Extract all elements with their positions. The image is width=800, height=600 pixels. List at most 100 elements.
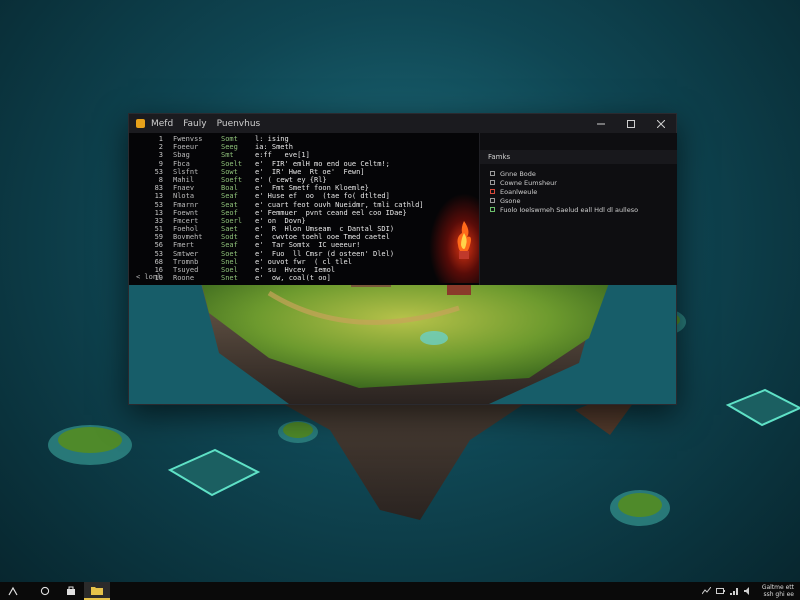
terminal-col-3: Seat — [221, 200, 238, 209]
tray-battery-button[interactable] — [714, 582, 728, 600]
search-icon — [40, 586, 50, 596]
line-number: 13 — [154, 208, 163, 217]
maximize-button[interactable] — [616, 114, 646, 133]
line-number: 2 — [158, 143, 163, 152]
terminal-line: 1 Fwenvss Somt l: ising — [129, 135, 479, 143]
terminal-line: 19 Roone Snet e' ow, coal(t oo] — [129, 274, 479, 282]
terminal-col-3: Soerl — [221, 216, 243, 225]
terminal-col-3: Snel — [221, 257, 238, 266]
tray-volume-button[interactable] — [742, 582, 756, 600]
terminal-line: 68 Tromnb Snel e' ouvot fwr ( cl tlel — [129, 258, 479, 266]
terminal-col-2: Fbca — [173, 159, 190, 168]
line-number: 59 — [154, 233, 163, 242]
terminal-text: e' cuart feot ouvh Nueidmr, tmli cathld] — [255, 200, 424, 209]
line-number: 56 — [154, 241, 163, 250]
line-number: 53 — [154, 167, 163, 176]
network-icon — [730, 588, 739, 595]
terminal-output[interactable]: 1 Fwenvss Somt l: ising 2 Foeeur Seeg ia: Smeth… — [129, 133, 479, 285]
line-number: 68 — [154, 257, 163, 266]
line-number: 8 — [158, 175, 163, 184]
terminal-col-2: Fmert — [173, 241, 195, 250]
menu-item-file[interactable]: Mefd — [151, 119, 173, 129]
terminal-col-2: Tsuyed — [173, 266, 199, 274]
terminal-col-3: Seeg — [221, 143, 238, 152]
terminal-line: 8 Mahil Soeft e' ( cewt ey {Rl} — [129, 176, 479, 184]
close-button[interactable] — [646, 114, 676, 133]
volume-icon — [744, 587, 750, 595]
line-number: 83 — [154, 184, 163, 193]
terminal-col-2: Roone — [173, 274, 195, 283]
panel-item-label: Eoanlweule — [500, 187, 538, 196]
terminal-line: 33 Fmcert Soerl e' on Dovn} — [129, 217, 479, 225]
terminal-col-2: Nlota — [173, 192, 195, 201]
terminal-col-3: Seaf — [221, 241, 238, 250]
terminal-text: e' Huse ef oo (tae fo( dtlted] — [255, 192, 390, 201]
terminal-text: l: ising — [255, 135, 289, 143]
window-controls — [586, 114, 676, 133]
terminal-col-2: Bovmeht — [173, 233, 203, 242]
taskbar-store-button[interactable] — [58, 582, 84, 600]
terminal-text: e' Fuo ll Cmsr (d osteen' Dlel) — [255, 249, 395, 258]
panel-item[interactable]: Gsone — [490, 196, 638, 205]
terminal-col-2: Foewnt — [173, 208, 199, 217]
terminal-text: ia: Smeth — [255, 143, 293, 152]
panel-item-label: Fuolo Ioelswmeh Saelud eall Hdl dl aulle… — [500, 205, 639, 214]
terminal-text: e' ow, coal(t oo] — [255, 274, 331, 283]
terminal-col-3: Sodt — [221, 233, 238, 242]
terminal-col-2: Fmarnr — [173, 200, 199, 209]
checkbox-icon[interactable] — [490, 207, 495, 212]
terminal-col-2: Fmcert — [173, 216, 199, 225]
glowing-tile — [167, 448, 261, 497]
checkbox-icon[interactable] — [490, 189, 495, 194]
start-button[interactable] — [0, 582, 26, 600]
terminal-text: e' cwvtoe toehl ooe Tmed caetel — [255, 233, 390, 242]
checkbox-icon[interactable] — [490, 171, 495, 176]
terminal-col-2: Slsfnt — [173, 167, 199, 176]
minimize-button[interactable] — [586, 114, 616, 133]
trend-icon — [702, 587, 712, 595]
title-bar: Mefd Fauly Puenvhus — [129, 114, 676, 133]
terminal-text: e' ( cewt ey {Rl} — [255, 175, 327, 184]
taskbar-file-explorer-button[interactable] — [84, 582, 110, 600]
terminal-col-3: Seaf — [221, 192, 238, 201]
terminal-col-2: Fnaev — [173, 184, 195, 193]
line-number: 53 — [154, 249, 163, 258]
terminal-col-3: Sowt — [221, 167, 238, 176]
terminal-text: e' Femmuer pvnt ceand eel coo IDae} — [255, 208, 407, 217]
window-content: 1 Fwenvss Somt l: ising 2 Foeeur Seeg ia: Smeth… — [129, 133, 677, 404]
panel-item[interactable]: Gnne Bode — [490, 169, 638, 178]
terminal-line: 53 Fmarnr Seat e' cuart feot ouvh Nueidmr, … — [129, 201, 479, 209]
terminal-prompt[interactable]: < lonl — [136, 273, 161, 281]
search-button[interactable] — [32, 582, 58, 600]
line-number: 1 — [158, 135, 163, 143]
panel-item[interactable]: Eoanlweule — [490, 187, 638, 196]
line-number: 53 — [154, 200, 163, 209]
terminal-col-2: Foeeur — [173, 143, 199, 152]
terminal-col-2: Foehol — [173, 225, 199, 234]
checkbox-icon[interactable] — [490, 198, 495, 203]
terminal-line: 56 Fmert Seaf e' Tar Somtx IC ueeeur! — [129, 241, 479, 249]
terminal-line: 59 Bovmeht Sodt e' cwvtoe toehl ooe Tmed ca… — [129, 233, 479, 241]
panel-item-label: Gsone — [500, 196, 521, 205]
clock-line-2: ssh ghi ee — [763, 591, 794, 598]
panel-item[interactable]: Cowne Eumsheur — [490, 178, 638, 187]
app-window: Mefd Fauly Puenvhus 1 Fwenvss Somt l: is… — [128, 113, 677, 405]
terminal-text: e' su Hvcev Iemol — [255, 266, 336, 274]
terminal-col-3: Somt — [221, 135, 238, 143]
panel-item[interactable]: Fuolo Ioelswmeh Saelud eall Hdl dl aulle… — [490, 205, 638, 214]
terminal-line: 16 Tsuyed Soel e' su Hvcev Iemol — [129, 266, 479, 274]
terminal-col-3: Soel — [221, 266, 238, 274]
menu-item-edit[interactable]: Fauly — [183, 119, 206, 129]
line-number: 9 — [158, 159, 163, 168]
folder-icon — [91, 587, 103, 595]
terminal-col-3: Smt — [221, 151, 234, 160]
terminal-col-2: Sbag — [173, 151, 190, 160]
tray-chart-button[interactable] — [700, 582, 714, 600]
terminal-col-3: Saet — [221, 225, 238, 234]
panel-item-label: Gnne Bode — [500, 169, 536, 178]
tray-network-button[interactable] — [728, 582, 742, 600]
taskbar-clock[interactable]: Galtme ett ssh ghi ee — [756, 584, 800, 598]
menu-item-view[interactable]: Puenvhus — [217, 119, 261, 129]
checkbox-icon[interactable] — [490, 180, 495, 185]
terminal-text: e' on Dovn} — [255, 216, 306, 225]
